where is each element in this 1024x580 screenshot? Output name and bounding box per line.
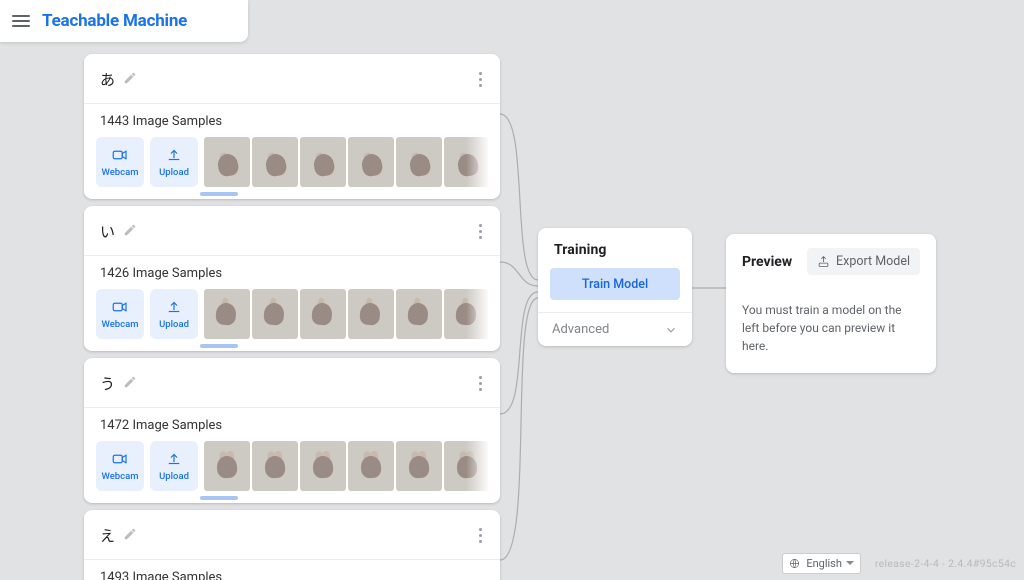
class-card: う 1472 Image Samples Webcam Upload <box>84 358 500 503</box>
release-tag: release-2-4-4 - 2.4.4#95c54c <box>875 557 1016 570</box>
sample-thumbnails[interactable] <box>204 137 488 187</box>
export-model-button[interactable]: Export Model <box>807 248 920 275</box>
train-model-button[interactable]: Train Model <box>550 268 680 300</box>
app-title: Teachable Machine <box>42 11 187 31</box>
language-select[interactable]: English <box>782 553 861 574</box>
class-name[interactable]: あ <box>100 69 115 90</box>
thumbnail-scrollbar[interactable] <box>200 192 238 196</box>
class-menu-icon[interactable] <box>475 220 486 243</box>
samples-count: 1443 Image Samples <box>84 104 500 137</box>
class-card: え 1493 Image Samples <box>84 510 500 580</box>
webcam-button[interactable]: Webcam <box>96 137 144 187</box>
training-heading: Training <box>538 228 692 268</box>
upload-label: Upload <box>159 167 189 178</box>
samples-count: 1493 Image Samples <box>84 560 500 580</box>
brand-bar: Teachable Machine <box>0 0 248 42</box>
pencil-icon[interactable] <box>123 222 137 241</box>
class-menu-icon[interactable] <box>475 68 486 91</box>
advanced-label: Advanced <box>552 322 609 337</box>
training-panel: Training Train Model Advanced <box>538 228 692 346</box>
samples-count: 1472 Image Samples <box>84 408 500 441</box>
pencil-icon[interactable] <box>123 526 137 545</box>
preview-heading: Preview <box>742 254 792 270</box>
export-label: Export Model <box>836 254 910 269</box>
sample-thumbnails[interactable] <box>204 441 488 491</box>
preview-message: You must train a model on the left befor… <box>742 301 920 355</box>
thumbnail-scrollbar[interactable] <box>200 496 238 500</box>
preview-panel: Preview Export Model You must train a mo… <box>726 234 936 373</box>
upload-button[interactable]: Upload <box>150 441 198 491</box>
webcam-button[interactable]: Webcam <box>96 289 144 339</box>
export-icon <box>817 255 830 268</box>
language-label: English <box>806 557 842 570</box>
footer: English release-2-4-4 - 2.4.4#95c54c <box>782 553 1016 574</box>
pencil-icon[interactable] <box>123 374 137 393</box>
webcam-label: Webcam <box>101 167 138 178</box>
chevron-down-icon <box>664 323 678 337</box>
advanced-toggle[interactable]: Advanced <box>538 312 692 346</box>
class-name[interactable]: う <box>100 373 115 394</box>
pencil-icon[interactable] <box>123 70 137 89</box>
class-card: い 1426 Image Samples Webcam Upload <box>84 206 500 351</box>
upload-button[interactable]: Upload <box>150 137 198 187</box>
class-card: あ 1443 Image Samples Webcam Upload <box>84 54 500 199</box>
webcam-button[interactable]: Webcam <box>96 441 144 491</box>
samples-count: 1426 Image Samples <box>84 256 500 289</box>
upload-button[interactable]: Upload <box>150 289 198 339</box>
class-menu-icon[interactable] <box>475 372 486 395</box>
class-name[interactable]: い <box>100 221 115 242</box>
class-menu-icon[interactable] <box>475 524 486 547</box>
sample-thumbnails[interactable] <box>204 289 488 339</box>
thumbnail-scrollbar[interactable] <box>200 344 238 348</box>
globe-icon <box>789 558 800 569</box>
menu-icon[interactable] <box>12 15 30 27</box>
class-name[interactable]: え <box>100 525 115 546</box>
